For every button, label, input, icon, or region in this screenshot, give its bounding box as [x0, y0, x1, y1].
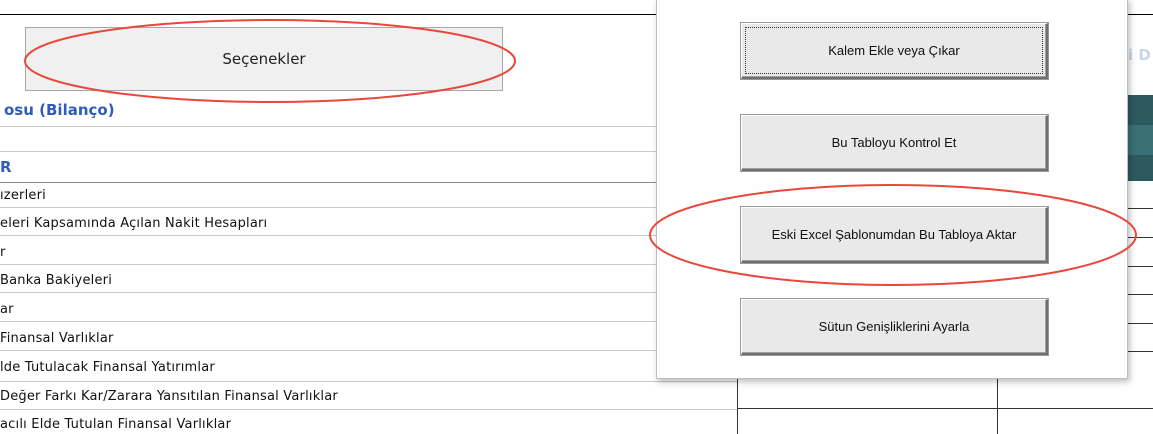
- annotation-overlay: [24, 19, 1137, 286]
- annotation-ellipse-import: [649, 184, 1137, 286]
- annotation-ellipse-options: [24, 19, 516, 103]
